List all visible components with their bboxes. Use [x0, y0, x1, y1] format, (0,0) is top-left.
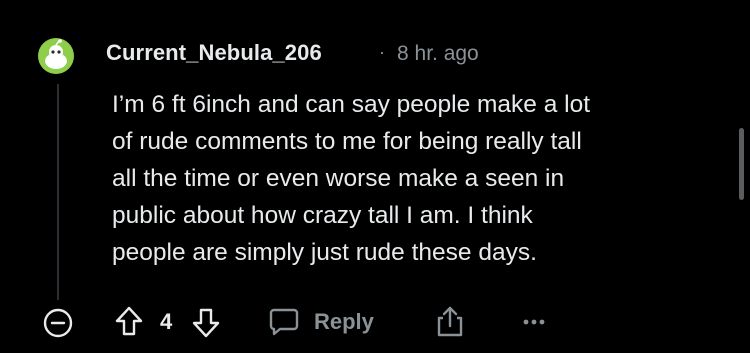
arrow-down-icon[interactable]	[191, 307, 221, 339]
reply-button[interactable]: Reply	[268, 304, 374, 340]
comment-line: I’m 6 ft 6inch and can say people make a…	[112, 91, 591, 118]
comment-line: people are simply just rude these days.	[112, 239, 537, 266]
comment-line: public about how crazy tall I am. I thin…	[112, 202, 533, 229]
avatar[interactable]	[38, 38, 74, 74]
speech-bubble-icon	[269, 308, 299, 336]
thread-line	[57, 84, 59, 300]
vote-count: 4	[160, 309, 173, 334]
timestamp: 8 hr. ago	[397, 42, 479, 65]
share-icon[interactable]	[434, 304, 466, 338]
comment-body: I’m 6 ft 6inch and can say people make a…	[112, 86, 722, 271]
separator-dot: ·	[379, 42, 385, 62]
username[interactable]: Current_Nebula_206	[106, 40, 322, 66]
reply-label: Reply	[314, 309, 374, 334]
comment-line: all the time or even worse make a seen i…	[112, 165, 565, 192]
minus-circle-icon[interactable]	[42, 307, 74, 339]
comment-line: of rude comments to me for being really …	[112, 128, 582, 155]
scrollbar[interactable]	[739, 128, 744, 200]
ellipsis-icon[interactable]	[522, 318, 546, 326]
arrow-up-icon[interactable]	[114, 305, 144, 337]
